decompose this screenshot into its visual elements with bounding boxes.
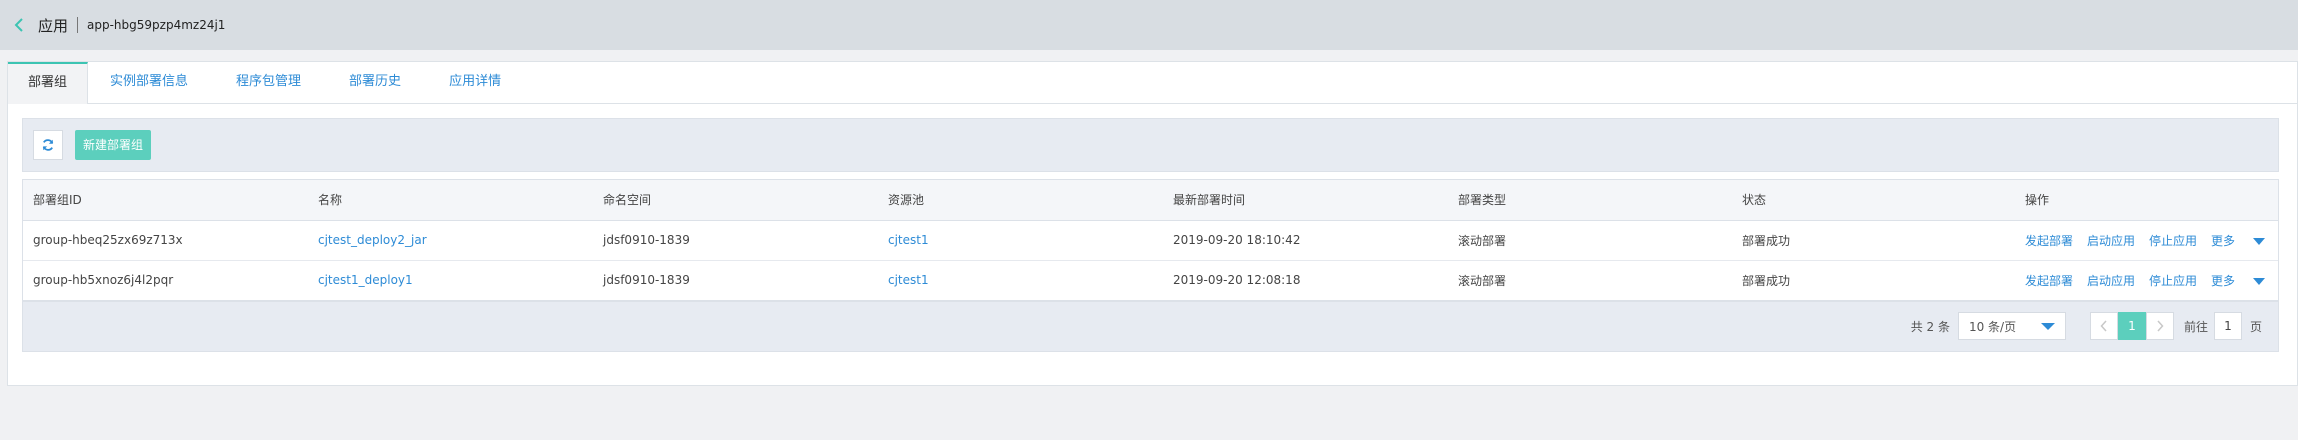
start-deploy-button[interactable]: 发起部署 <box>2025 274 2073 288</box>
deploy-group-name-link[interactable]: cjtest1_deploy1 <box>318 273 413 287</box>
table-header-row: 部署组ID 名称 命名空间 资源池 最新部署时间 部署类型 状态 操作 <box>23 180 2278 221</box>
cell-actions: 发起部署 启动应用 停止应用 更多 <box>2015 220 2278 261</box>
column-header-id: 部署组ID <box>23 180 308 221</box>
column-header-actions: 操作 <box>2015 180 2278 221</box>
caret-down-icon <box>2253 277 2266 285</box>
stop-app-button[interactable]: 停止应用 <box>2149 234 2197 248</box>
start-app-button[interactable]: 启动应用 <box>2087 234 2135 248</box>
cell-type: 滚动部署 <box>1448 220 1732 261</box>
goto-label: 前往 <box>2183 319 2208 334</box>
more-label: 更多 <box>2211 273 2236 288</box>
total-count: 共 2 条 <box>1910 319 1950 334</box>
goto-page-input[interactable] <box>2213 312 2242 340</box>
title-divider <box>77 17 79 33</box>
cell-namespace: jdsf0910-1839 <box>593 220 878 261</box>
caret-down-icon <box>2040 322 2055 330</box>
tab-bar: 部署组 实例部署信息 程序包管理 部署历史 应用详情 <box>8 62 2297 104</box>
chevron-right-icon <box>2157 320 2164 332</box>
cell-actions: 发起部署 启动应用 停止应用 更多 <box>2015 260 2278 301</box>
cell-namespace: jdsf0910-1839 <box>593 260 878 301</box>
cell-id: group-hb5xnoz6j4l2pqr <box>23 260 308 301</box>
app-id: app-hbg59pzp4mz24j1 <box>87 18 226 32</box>
chevron-left-icon[interactable] <box>12 18 26 32</box>
column-header-pool: 资源池 <box>878 180 1163 221</box>
pagination: 共 2 条 10 条/页 1 前往 页 <box>1911 312 2262 340</box>
column-header-time: 最新部署时间 <box>1163 180 1448 221</box>
toolbar: 新建部署组 <box>22 118 2279 172</box>
new-deploy-group-button[interactable]: 新建部署组 <box>75 130 152 160</box>
cell-time: 2019-09-20 12:08:18 <box>1163 260 1448 301</box>
caret-down-icon <box>2253 237 2266 245</box>
tab-deploy-group[interactable]: 部署组 <box>8 62 89 104</box>
top-bar: 应用 app-hbg59pzp4mz24j1 <box>0 0 2298 50</box>
tab-package-management[interactable]: 程序包管理 <box>216 62 321 104</box>
column-header-namespace: 命名空间 <box>593 180 878 221</box>
tab-deploy-history[interactable]: 部署历史 <box>329 62 421 104</box>
resource-pool-link[interactable]: cjtest1 <box>888 273 929 287</box>
deploy-group-table: 部署组ID 名称 命名空间 资源池 最新部署时间 部署类型 状态 操作 grou… <box>22 179 2279 352</box>
table-row: group-hbeq25zx69z713x cjtest_deploy2_jar… <box>23 220 2278 261</box>
page-number-current[interactable]: 1 <box>2117 312 2146 340</box>
column-header-name: 名称 <box>308 180 593 221</box>
table-row: group-hb5xnoz6j4l2pqr cjtest1_deploy1 jd… <box>23 260 2278 301</box>
start-deploy-button[interactable]: 发起部署 <box>2025 234 2073 248</box>
deploy-group-name-link[interactable]: cjtest_deploy2_jar <box>318 233 427 247</box>
refresh-button[interactable] <box>33 130 63 160</box>
resource-pool-link[interactable]: cjtest1 <box>888 233 929 247</box>
refresh-icon <box>41 138 55 152</box>
cell-time: 2019-09-20 18:10:42 <box>1163 220 1448 261</box>
tab-app-details[interactable]: 应用详情 <box>429 62 521 104</box>
pagination-bar: 共 2 条 10 条/页 1 前往 页 <box>23 301 2278 351</box>
chevron-left-icon <box>2100 320 2107 332</box>
cell-type: 滚动部署 <box>1448 260 1732 301</box>
page-size-value: 10 条/页 <box>1968 319 2017 334</box>
next-page-button[interactable] <box>2145 312 2174 340</box>
column-header-status: 状态 <box>1732 180 2015 221</box>
cell-id: group-hbeq25zx69z713x <box>23 220 308 261</box>
page-size-select[interactable]: 10 条/页 <box>1957 312 2066 340</box>
page-unit-label: 页 <box>2249 319 2262 334</box>
stop-app-button[interactable]: 停止应用 <box>2149 274 2197 288</box>
more-menu-button[interactable]: 更多 <box>2211 273 2266 288</box>
cell-status: 部署成功 <box>1732 260 2015 301</box>
more-menu-button[interactable]: 更多 <box>2211 233 2266 248</box>
start-app-button[interactable]: 启动应用 <box>2087 274 2135 288</box>
more-label: 更多 <box>2211 233 2236 248</box>
page-title: 应用 <box>38 16 69 35</box>
main-panel: 部署组 实例部署信息 程序包管理 部署历史 应用详情 新建部署组 部署组ID 名… <box>7 61 2298 386</box>
prev-page-button[interactable] <box>2089 312 2118 340</box>
cell-status: 部署成功 <box>1732 220 2015 261</box>
tab-instance-info[interactable]: 实例部署信息 <box>90 62 208 104</box>
column-header-type: 部署类型 <box>1448 180 1732 221</box>
